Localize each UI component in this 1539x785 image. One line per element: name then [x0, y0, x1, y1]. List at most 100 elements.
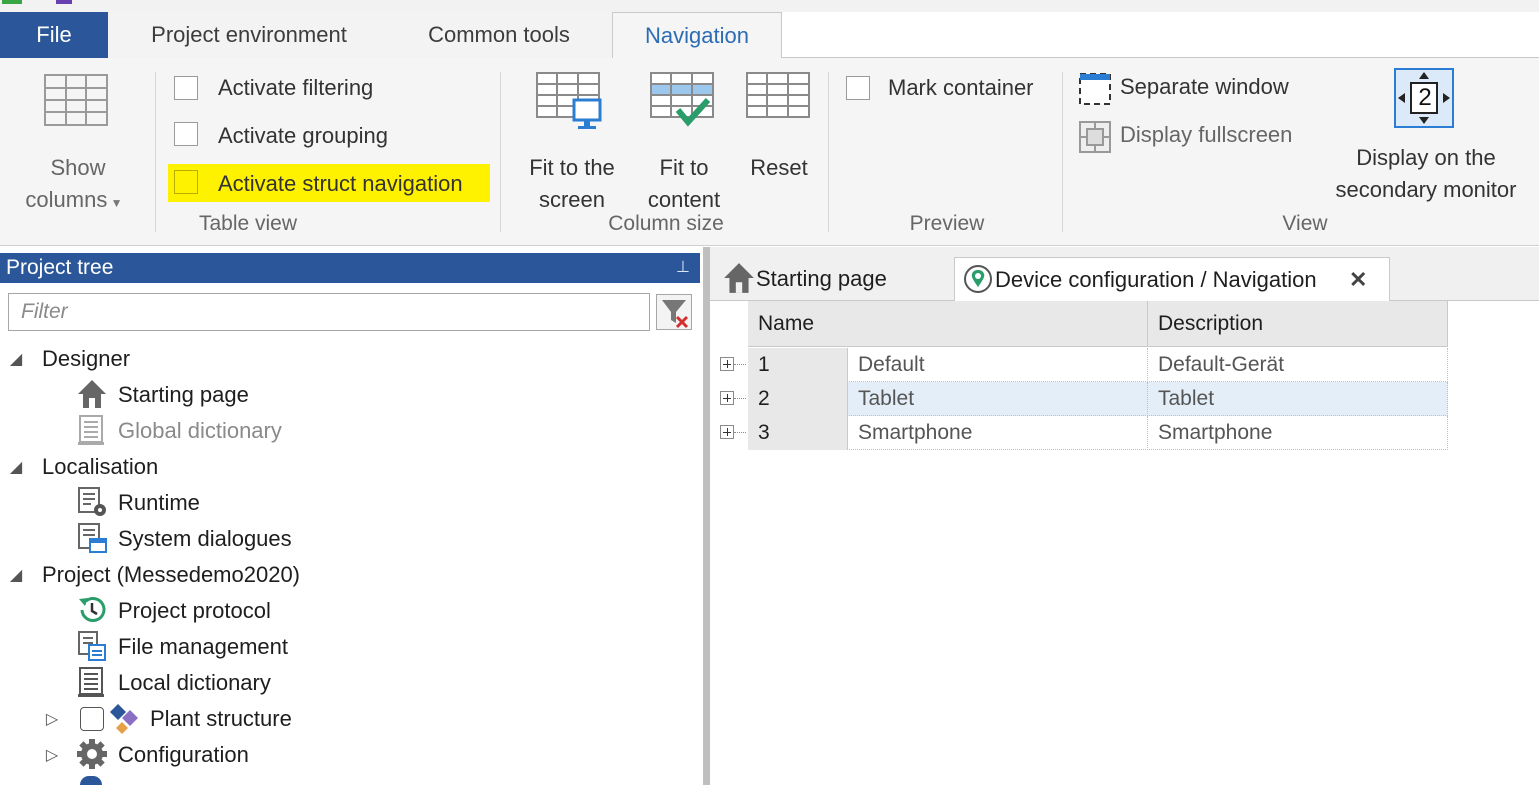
- secondary-monitor-button[interactable]: 2 Display on the secondary monitor: [1322, 66, 1530, 212]
- tree-node-local-dictionary[interactable]: Local dictionary: [118, 666, 271, 700]
- doc-tab-device-configuration-label: Device configuration / Navigation: [995, 267, 1317, 292]
- dialogue-icon: [78, 523, 107, 553]
- row-name[interactable]: Tablet: [848, 382, 1148, 416]
- tree-node-configuration[interactable]: Configuration: [118, 738, 249, 772]
- file-management-icon: [78, 631, 106, 661]
- fit-to-screen-icon: [536, 72, 602, 129]
- tab-navigation[interactable]: Navigation: [612, 12, 782, 59]
- tree-connector: [734, 398, 746, 399]
- project-tree-title: Project tree: [6, 256, 114, 279]
- clear-filter-button[interactable]: [656, 294, 692, 330]
- tree-node-starting-page[interactable]: Starting page: [118, 378, 249, 412]
- reset-label: Reset: [750, 155, 808, 180]
- project-tree-pane: Project tree ⊥ Filter ◢ Designer Startin…: [0, 247, 704, 785]
- activate-grouping-label[interactable]: Activate grouping: [218, 123, 388, 149]
- activate-grouping-checkbox[interactable]: [174, 122, 198, 146]
- tree-node-project-protocol[interactable]: Project protocol: [118, 594, 271, 628]
- plant-structure-icon: [110, 704, 138, 734]
- columns-grid-icon: [44, 74, 108, 126]
- doc-tab-device-configuration[interactable]: Device configuration / Navigation ✕: [954, 257, 1390, 302]
- expand-arrow-icon[interactable]: ▷: [42, 709, 62, 729]
- collapse-arrow-icon[interactable]: ◢: [6, 565, 26, 585]
- doc-tab-starting-page[interactable]: Starting page: [722, 257, 942, 301]
- tab-project-environment[interactable]: Project environment: [118, 12, 380, 58]
- row-id: 3: [748, 416, 848, 450]
- app-icon-purple: [56, 0, 72, 4]
- fit-to-content-button[interactable]: Fit to content: [636, 68, 732, 212]
- tree-node-runtime[interactable]: Runtime: [118, 486, 200, 520]
- row-name[interactable]: Smartphone: [848, 416, 1148, 450]
- tree-connector: [734, 432, 746, 433]
- activate-filtering-label[interactable]: Activate filtering: [218, 75, 373, 101]
- separator: [828, 72, 829, 232]
- table-row[interactable]: 1 Default Default-Gerät: [720, 348, 1448, 382]
- show-columns-label-2: columns ▼: [25, 187, 123, 212]
- location-pin-icon: [964, 265, 992, 293]
- preview-group-label: Preview: [909, 212, 985, 235]
- partial-tree-node: [80, 776, 102, 785]
- tree-connector: [734, 364, 746, 365]
- expand-arrow-icon[interactable]: ▷: [42, 745, 62, 765]
- fit-to-content-label-1: Fit to: [659, 155, 709, 180]
- tree-node-file-management[interactable]: File management: [118, 630, 288, 664]
- column-header-name[interactable]: Name: [748, 301, 1148, 347]
- tab-bar-fill: [782, 12, 1539, 58]
- separator: [500, 72, 501, 232]
- secondary-monitor-label-2: secondary monitor: [1335, 177, 1517, 202]
- expand-row-icon[interactable]: [720, 391, 734, 405]
- fit-to-screen-button[interactable]: Fit to the screen: [516, 68, 628, 212]
- column-size-group-label: Column size: [608, 212, 724, 235]
- activate-struct-navigation-label[interactable]: Activate struct navigation: [218, 171, 463, 197]
- pin-icon[interactable]: ⊥: [676, 258, 690, 278]
- ribbon: Show columns ▼ Activate filtering Activa…: [0, 58, 1539, 246]
- home-icon: [78, 380, 106, 408]
- row-id: 2: [748, 382, 848, 416]
- dictionary-icon: [78, 415, 104, 445]
- monitor-number: 2: [1418, 84, 1432, 111]
- row-name[interactable]: Default: [848, 348, 1148, 382]
- title-strip: [0, 0, 1539, 12]
- home-icon: [724, 263, 754, 293]
- tree-node-localisation[interactable]: Localisation: [42, 450, 158, 484]
- dropdown-arrow-icon: ▼: [107, 196, 123, 210]
- plant-structure-checkbox[interactable]: [80, 707, 104, 731]
- expand-row-icon[interactable]: [720, 357, 734, 371]
- tab-common-tools[interactable]: Common tools: [398, 12, 600, 58]
- display-fullscreen-label: Display fullscreen: [1120, 122, 1293, 147]
- filter-input[interactable]: Filter: [8, 293, 650, 331]
- mark-container-label[interactable]: Mark container: [888, 75, 1034, 101]
- tab-file[interactable]: File: [0, 12, 108, 58]
- collapse-arrow-icon[interactable]: ◢: [6, 349, 26, 369]
- tree-node-plant-structure[interactable]: Plant structure: [150, 702, 292, 736]
- show-columns-button[interactable]: Show columns ▼: [14, 68, 142, 212]
- activate-filtering-checkbox[interactable]: [174, 76, 198, 100]
- row-description[interactable]: Default-Gerät: [1148, 348, 1448, 382]
- mark-container-checkbox[interactable]: [846, 76, 870, 100]
- ribbon-tab-bar: File Project environment Common tools Na…: [0, 12, 1539, 59]
- separate-window-button[interactable]: Separate window: [1076, 70, 1316, 108]
- row-description[interactable]: Smartphone: [1148, 416, 1448, 450]
- history-icon: [79, 597, 106, 622]
- table-row-selected[interactable]: 2 Tablet Tablet: [720, 382, 1448, 416]
- table-row[interactable]: 3 Smartphone Smartphone: [720, 416, 1448, 450]
- collapse-arrow-icon[interactable]: ◢: [6, 457, 26, 477]
- row-description[interactable]: Tablet: [1148, 382, 1448, 416]
- filter-clear-icon: [662, 300, 689, 329]
- column-header-description[interactable]: Description: [1148, 301, 1448, 347]
- close-tab-icon[interactable]: ✕: [1349, 258, 1367, 302]
- activate-struct-navigation-checkbox[interactable]: [174, 170, 198, 194]
- runtime-settings-icon: [78, 487, 106, 516]
- project-tree-header: Project tree ⊥: [0, 253, 700, 283]
- fit-to-content-icon: [650, 72, 714, 127]
- tree-node-system-dialogues[interactable]: System dialogues: [118, 522, 292, 556]
- tree-node-global-dictionary[interactable]: Global dictionary: [118, 414, 282, 448]
- display-fullscreen-button[interactable]: Display fullscreen: [1076, 118, 1316, 156]
- separate-window-label: Separate window: [1120, 74, 1289, 99]
- secondary-monitor-icon: 2: [1394, 68, 1454, 128]
- reset-button[interactable]: Reset: [740, 68, 818, 208]
- dictionary-icon: [78, 667, 104, 697]
- tree-node-designer[interactable]: Designer: [42, 342, 130, 376]
- tree-node-project[interactable]: Project (Messedemo2020): [42, 558, 300, 592]
- separator: [1062, 72, 1063, 232]
- expand-row-icon[interactable]: [720, 425, 734, 439]
